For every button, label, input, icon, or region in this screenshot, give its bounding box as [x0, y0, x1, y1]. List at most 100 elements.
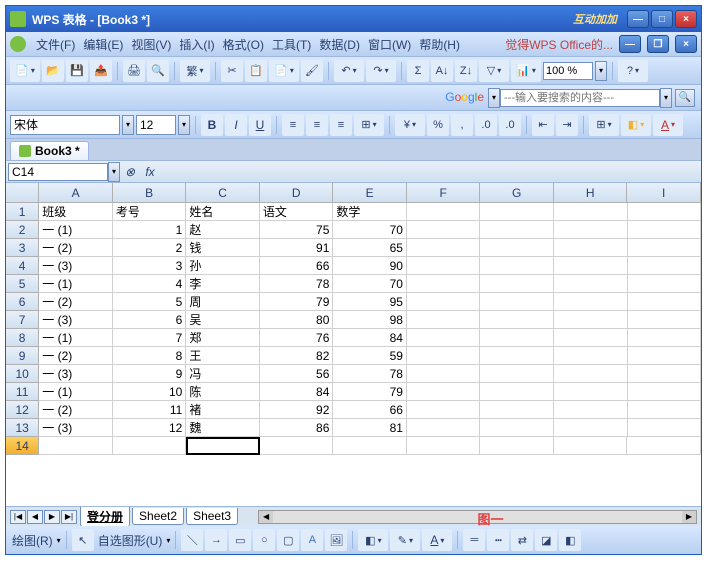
cell[interactable]: [260, 437, 334, 455]
3d-button[interactable]: ◧: [559, 529, 581, 551]
cell[interactable]: 一 (3): [39, 365, 113, 383]
cell[interactable]: 70: [333, 275, 407, 293]
menu-window[interactable]: 窗口(W): [364, 34, 415, 55]
percent-button[interactable]: %: [427, 114, 449, 136]
cell[interactable]: [554, 401, 628, 419]
cell[interactable]: 79: [333, 383, 407, 401]
doc-restore-button[interactable]: ❐: [647, 35, 669, 53]
cell[interactable]: [628, 275, 701, 293]
font-size-dropdown[interactable]: ▾: [178, 115, 190, 135]
increase-indent-button[interactable]: ⇥: [556, 114, 578, 136]
cell[interactable]: 2: [113, 239, 187, 257]
cell[interactable]: [186, 437, 260, 455]
cell[interactable]: 吴: [186, 311, 260, 329]
column-header[interactable]: D: [260, 183, 334, 202]
cell[interactable]: 7: [113, 329, 187, 347]
cell[interactable]: [480, 257, 554, 275]
cell[interactable]: [480, 347, 554, 365]
row-header[interactable]: 8: [6, 329, 39, 347]
cell[interactable]: 95: [333, 293, 407, 311]
textbox-button[interactable]: ▢: [277, 529, 299, 551]
cell[interactable]: 8: [113, 347, 187, 365]
row-header[interactable]: 4: [6, 257, 39, 275]
cell[interactable]: 82: [260, 347, 334, 365]
search-input[interactable]: [500, 89, 660, 107]
close-button[interactable]: ×: [675, 10, 697, 28]
cell[interactable]: [407, 383, 481, 401]
cell[interactable]: [480, 203, 554, 221]
row-header[interactable]: 14: [6, 437, 39, 455]
horizontal-scrollbar[interactable]: 图一: [258, 510, 697, 524]
cut-button[interactable]: ✂: [221, 60, 243, 82]
cell[interactable]: 一 (1): [39, 275, 113, 293]
row-header[interactable]: 7: [6, 311, 39, 329]
cell[interactable]: [407, 347, 481, 365]
menu-insert[interactable]: 插入(I): [175, 34, 218, 55]
underline-button[interactable]: U: [249, 114, 271, 136]
font-color-button[interactable]: A: [653, 114, 683, 136]
comma-button[interactable]: ,: [451, 114, 473, 136]
cell[interactable]: 91: [260, 239, 334, 257]
text-color-button[interactable]: A: [422, 529, 452, 551]
zoom-dropdown[interactable]: ▾: [595, 61, 607, 81]
cell[interactable]: 66: [333, 401, 407, 419]
sort-desc-button[interactable]: Z↓: [455, 60, 477, 82]
draw-menu[interactable]: 绘图(R): [10, 532, 55, 549]
undo-button[interactable]: ↶: [334, 60, 364, 82]
cell[interactable]: [480, 329, 554, 347]
cell[interactable]: 魏: [186, 419, 260, 437]
menu-edit[interactable]: 编辑(E): [79, 34, 127, 55]
bold-button[interactable]: B: [201, 114, 223, 136]
line-color-button[interactable]: ✎: [390, 529, 420, 551]
cell[interactable]: 12: [113, 419, 187, 437]
open-button[interactable]: 📂: [42, 60, 64, 82]
cell[interactable]: 陈: [186, 383, 260, 401]
help-button[interactable]: ?: [618, 60, 648, 82]
cell[interactable]: [480, 401, 554, 419]
cell[interactable]: 郑: [186, 329, 260, 347]
chart-button[interactable]: 📊: [511, 60, 541, 82]
cell[interactable]: 66: [260, 257, 334, 275]
column-header[interactable]: H: [554, 183, 628, 202]
cell[interactable]: [480, 239, 554, 257]
grid-body[interactable]: 1班级考号姓名语文数学2一 (1)1赵75703一 (2)2钱91654一 (3…: [6, 203, 701, 506]
cell[interactable]: 79: [260, 293, 334, 311]
sheet-nav-prev[interactable]: ◀: [27, 510, 43, 524]
row-header[interactable]: 12: [6, 401, 39, 419]
cell[interactable]: 周: [186, 293, 260, 311]
cell[interactable]: 90: [333, 257, 407, 275]
cell[interactable]: 81: [333, 419, 407, 437]
column-header[interactable]: E: [333, 183, 407, 202]
cell[interactable]: 一 (3): [39, 419, 113, 437]
sheet-tab[interactable]: Sheet3: [186, 508, 238, 525]
cell[interactable]: 一 (1): [39, 221, 113, 239]
cell[interactable]: [480, 275, 554, 293]
print-preview-button[interactable]: 🔍: [147, 60, 169, 82]
cell[interactable]: [480, 365, 554, 383]
cell[interactable]: [407, 437, 481, 455]
sheet-nav-last[interactable]: ▶|: [61, 510, 77, 524]
cell[interactable]: [407, 203, 481, 221]
maximize-button[interactable]: □: [651, 10, 673, 28]
align-right-button[interactable]: ≡: [330, 114, 352, 136]
row-header[interactable]: 10: [6, 365, 39, 383]
cell[interactable]: [407, 221, 481, 239]
cell[interactable]: 4: [113, 275, 187, 293]
menubar-promo[interactable]: 觉得WPS Office的...: [505, 36, 613, 53]
rectangle-button[interactable]: ▭: [229, 529, 251, 551]
column-header[interactable]: G: [480, 183, 554, 202]
cell[interactable]: [113, 437, 187, 455]
cell[interactable]: [480, 311, 554, 329]
cell[interactable]: [628, 329, 701, 347]
cell[interactable]: 赵: [186, 221, 260, 239]
cell[interactable]: [407, 275, 481, 293]
row-header[interactable]: 2: [6, 221, 39, 239]
doc-minimize-button[interactable]: —: [619, 35, 641, 53]
currency-button[interactable]: ¥: [395, 114, 425, 136]
cell[interactable]: [554, 275, 628, 293]
select-all-corner[interactable]: [6, 183, 39, 202]
cell[interactable]: [480, 293, 554, 311]
cell[interactable]: 11: [113, 401, 187, 419]
name-box[interactable]: C14: [8, 163, 108, 181]
cell[interactable]: 一 (3): [39, 257, 113, 275]
